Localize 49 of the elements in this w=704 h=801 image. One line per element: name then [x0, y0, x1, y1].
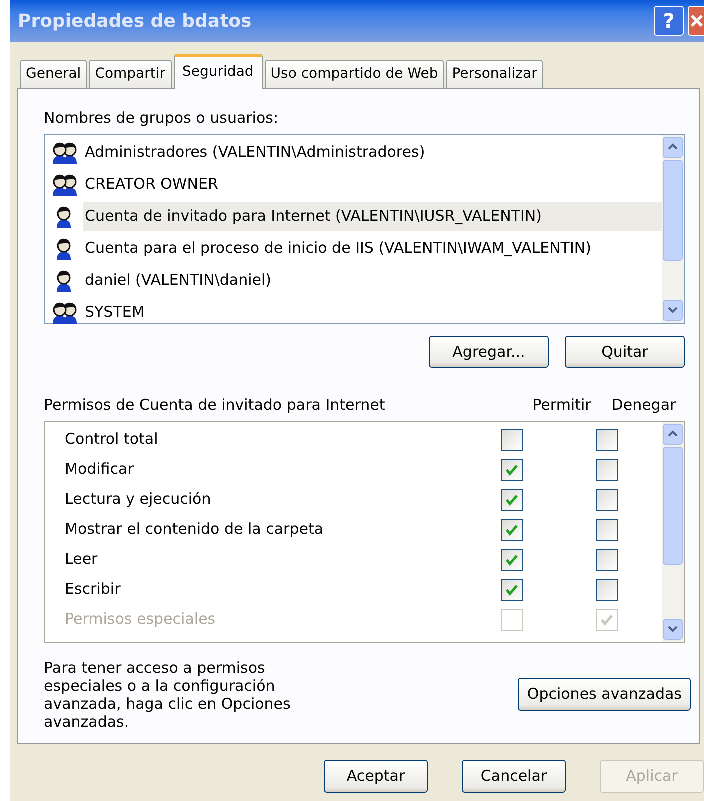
- tab[interactable]: Personalizar: [446, 60, 544, 88]
- help-text: Para tener acceso a permisos especiales o a la configuración avanzada, haga clic en Opciones avanzadas.: [44, 658, 292, 730]
- tab[interactable]: General: [20, 60, 88, 88]
- checkbox[interactable]: [596, 488, 618, 510]
- checkbox[interactable]: [501, 548, 523, 570]
- checkbox[interactable]: [501, 578, 523, 600]
- window-title: Propiedades de bdatos: [18, 10, 253, 34]
- section-label: Permisos de Cuenta de invitado para Internet: [44, 395, 386, 416]
- permission-label: Control total: [64, 429, 160, 450]
- list-item[interactable]: CREATOR OWNER: [83, 170, 220, 199]
- checkbox[interactable]: [596, 548, 618, 570]
- tab[interactable]: Compartir: [89, 60, 172, 88]
- checkbox[interactable]: [596, 578, 618, 600]
- checkbox[interactable]: [596, 458, 618, 480]
- button: Aplicar: [600, 760, 704, 792]
- user-group-icon: [51, 172, 79, 197]
- column-header: Permitir: [532, 395, 592, 416]
- scrollbar[interactable]: [662, 422, 684, 642]
- list-item[interactable]: daniel (VALENTIN\daniel): [83, 266, 274, 295]
- permission-label: Modificar: [64, 459, 135, 480]
- list-item[interactable]: Cuenta para el proceso de inicio de IIS (VALENTIN\IWAM_VALENTIN): [83, 234, 594, 263]
- button[interactable]: Aceptar: [324, 760, 428, 792]
- scrollbar[interactable]: [662, 134, 684, 322]
- help-button[interactable]: ?: [654, 6, 684, 36]
- checkbox[interactable]: [501, 458, 523, 480]
- button[interactable]: Cancelar: [462, 760, 566, 792]
- checkbox[interactable]: [501, 518, 523, 540]
- button[interactable]: Quitar: [565, 336, 685, 368]
- checkbox[interactable]: [501, 428, 523, 450]
- permission-label: Permisos especiales: [64, 609, 217, 630]
- button[interactable]: Agregar...: [429, 336, 549, 368]
- list-item[interactable]: Administradores (VALENTIN\Administradores): [83, 138, 428, 167]
- permission-label: Escribir: [64, 579, 122, 600]
- section-label: Nombres de grupos o usuarios:: [44, 108, 280, 129]
- permission-label: Lectura y ejecución: [64, 489, 212, 510]
- close-button[interactable]: [688, 6, 704, 36]
- checkbox[interactable]: [501, 488, 523, 510]
- list-item[interactable]: SYSTEM: [83, 298, 147, 327]
- permission-label: Leer: [64, 549, 99, 570]
- permission-label: Mostrar el contenido de la carpeta: [64, 519, 325, 540]
- column-header: Denegar: [610, 395, 678, 416]
- user-group-icon: [51, 140, 79, 165]
- checkbox[interactable]: [596, 428, 618, 450]
- list-item[interactable]: Cuenta de invitado para Internet (VALENTIN\IUSR_VALENTIN): [83, 202, 662, 231]
- advanced-options-button[interactable]: Opciones avanzadas: [518, 678, 691, 711]
- tab[interactable]: Seguridad: [174, 54, 263, 89]
- user-group-icon: [51, 300, 79, 325]
- tab[interactable]: Uso compartido de Web: [264, 60, 444, 88]
- checkbox[interactable]: [596, 518, 618, 540]
